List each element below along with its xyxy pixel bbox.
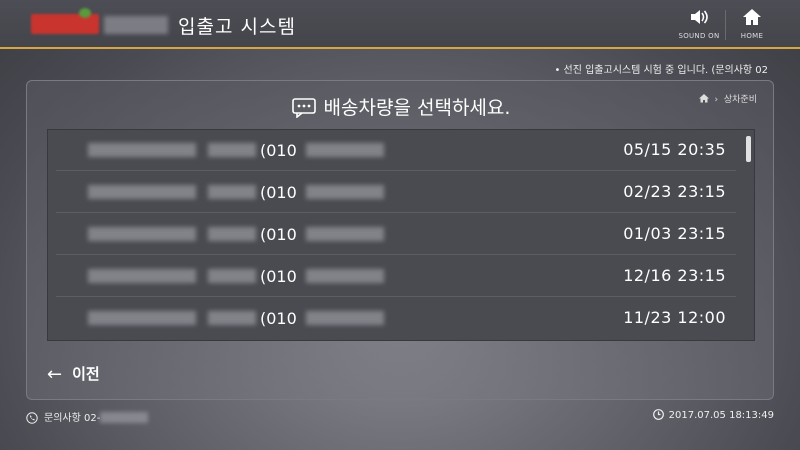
clock-icon (652, 409, 664, 423)
vehicle-select-panel: 배송차량을 선택하세요. › 상차준비 (010 05/15 20:35 (01… (26, 80, 774, 400)
phone-prefix: (010 (260, 183, 297, 202)
company-name-redacted (104, 16, 168, 34)
redacted-text (306, 143, 384, 157)
speaker-icon (691, 10, 708, 24)
redacted-text (208, 269, 256, 283)
phone-prefix: (010 (260, 141, 297, 160)
list-item[interactable]: (010 05/15 20:35 (56, 130, 736, 171)
footer-clock: 2017.07.05 18:13:49 (652, 409, 774, 423)
home-icon (743, 9, 761, 25)
phone-prefix: (010 (260, 225, 297, 244)
row-datetime: 02/23 23:15 (623, 182, 726, 201)
company-logo (31, 8, 99, 34)
redacted-text (306, 269, 384, 283)
redacted-text (208, 227, 256, 241)
notice-ticker: • 선진 입출고시스템 시험 중 입니다. (문의사항 02 (554, 65, 768, 76)
redacted-text (208, 311, 256, 325)
row-datetime: 01/03 23:15 (623, 224, 726, 243)
home-button[interactable]: HOME (728, 8, 776, 42)
redacted-text (306, 227, 384, 241)
page-title: 배송차량을 선택하세요. (27, 93, 775, 123)
breadcrumb-separator: › (711, 95, 721, 105)
home-label: HOME (740, 32, 764, 40)
page-title-text: 배송차량을 선택하세요. (323, 97, 511, 119)
redacted-text (88, 269, 196, 283)
sound-toggle-button[interactable]: SOUND ON (675, 8, 723, 42)
redacted-text (208, 143, 256, 157)
phone-prefix: (010 (260, 267, 297, 286)
list-scrollbar[interactable] (746, 136, 751, 162)
footer-contact: 문의사항 02- (26, 409, 149, 427)
redacted-text (88, 143, 196, 157)
list-item[interactable]: (010 02/23 23:15 (56, 172, 736, 213)
header-accent-line (0, 47, 800, 49)
back-label: 이전 (72, 365, 100, 383)
phone-prefix: (010 (260, 309, 297, 328)
system-title: 입출고 시스템 (178, 16, 296, 38)
redacted-text (208, 185, 256, 199)
redacted-text (306, 185, 384, 199)
redacted-text (306, 311, 384, 325)
redacted-text (88, 311, 196, 325)
back-button[interactable]: ← 이전 (47, 363, 100, 385)
row-datetime: 11/23 12:00 (623, 308, 726, 327)
back-arrow-icon: ← (47, 364, 63, 385)
contact-label: 문의사항 02- (44, 413, 101, 424)
phone-icon (26, 412, 38, 427)
row-datetime: 05/15 20:35 (623, 140, 726, 159)
list-item[interactable]: (010 01/03 23:15 (56, 214, 736, 255)
vehicle-list[interactable]: (010 05/15 20:35 (010 02/23 23:15 (010 0… (47, 129, 755, 341)
redacted-text (100, 412, 149, 423)
list-item[interactable]: (010 11/23 12:00 (56, 298, 736, 339)
breadcrumb-current: 상차준비 (723, 95, 757, 105)
list-item[interactable]: (010 12/16 23:15 (56, 256, 736, 297)
header-bar: 입출고 시스템 SOUND ON HOME (0, 0, 800, 48)
redacted-text (88, 185, 196, 199)
row-datetime: 12/16 23:15 (623, 266, 726, 285)
timestamp: 2017.07.05 18:13:49 (668, 410, 774, 421)
breadcrumb-home-icon[interactable] (698, 94, 709, 103)
header-divider (725, 10, 726, 40)
chat-bubble-icon (291, 98, 316, 123)
sound-label: SOUND ON (678, 32, 720, 40)
breadcrumb: › 상차준비 (698, 92, 757, 105)
redacted-text (88, 227, 196, 241)
